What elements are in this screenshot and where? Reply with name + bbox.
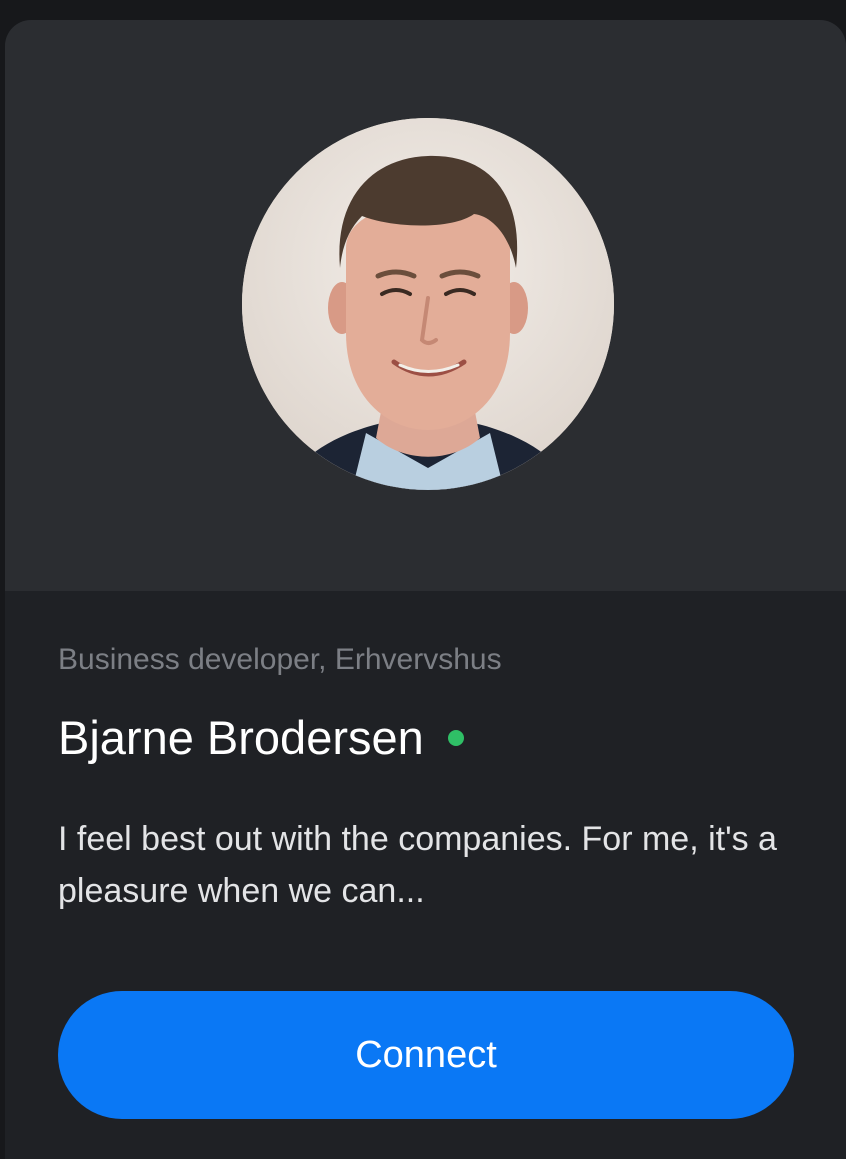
- online-status-icon: [447, 730, 464, 746]
- person-name: Bjarne Brodersen: [58, 710, 424, 764]
- card-body: Business developer, Erhvervshus Bjarne B…: [5, 591, 846, 1159]
- avatar-photo: [242, 118, 614, 490]
- name-row: Bjarne Brodersen: [58, 707, 464, 767]
- connect-button[interactable]: Connect: [58, 991, 794, 1119]
- job-title: Business developer, Erhvervshus: [58, 643, 502, 676]
- profile-card: Business developer, Erhvervshus Bjarne B…: [5, 20, 846, 1159]
- avatar: [242, 118, 614, 490]
- bio-text: I feel best out with the companies. For …: [58, 820, 777, 910]
- card-header: [5, 20, 846, 591]
